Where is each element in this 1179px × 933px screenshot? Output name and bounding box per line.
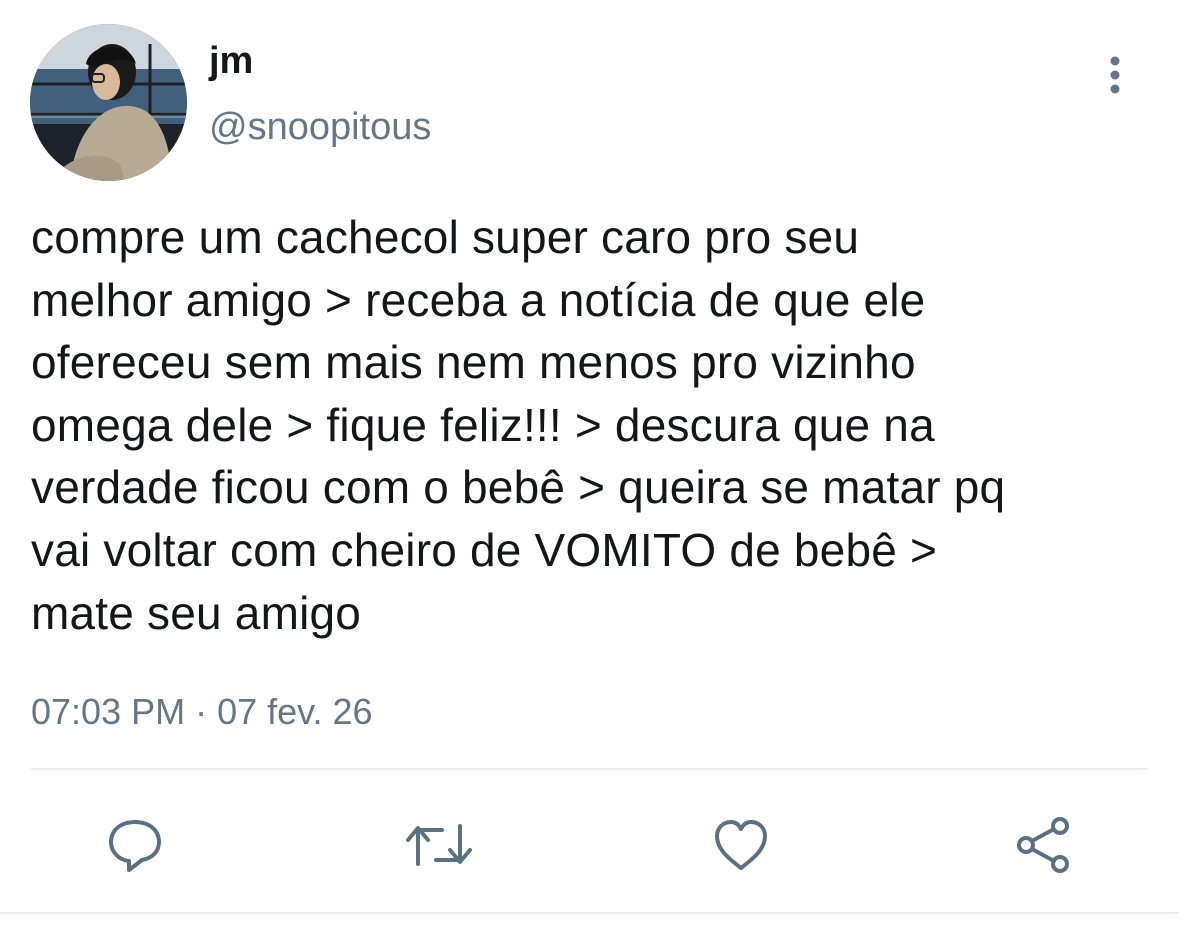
divider [31, 768, 1148, 770]
avatar[interactable] [30, 24, 187, 181]
divider [0, 912, 1179, 914]
author-handle[interactable]: @snoopitous [209, 104, 431, 150]
author-name[interactable]: jm [209, 38, 253, 84]
action-bar [0, 800, 1179, 890]
reply-icon [109, 820, 161, 872]
retweet-icon [406, 824, 472, 866]
reply-button[interactable] [100, 810, 170, 880]
retweet-button[interactable] [404, 810, 474, 880]
share-button[interactable] [1008, 810, 1078, 880]
tweet-timestamp[interactable]: 07:03 PM · 07 fev. 26 [31, 690, 373, 734]
heart-icon [715, 820, 767, 870]
tweet-text: compre um cachecol super caro pro seu me… [31, 211, 1006, 639]
avatar-image [30, 24, 187, 181]
more-options-button[interactable] [1094, 52, 1136, 98]
share-icon [1017, 817, 1069, 873]
more-vertical-icon [1110, 56, 1120, 94]
like-button[interactable] [706, 810, 776, 880]
